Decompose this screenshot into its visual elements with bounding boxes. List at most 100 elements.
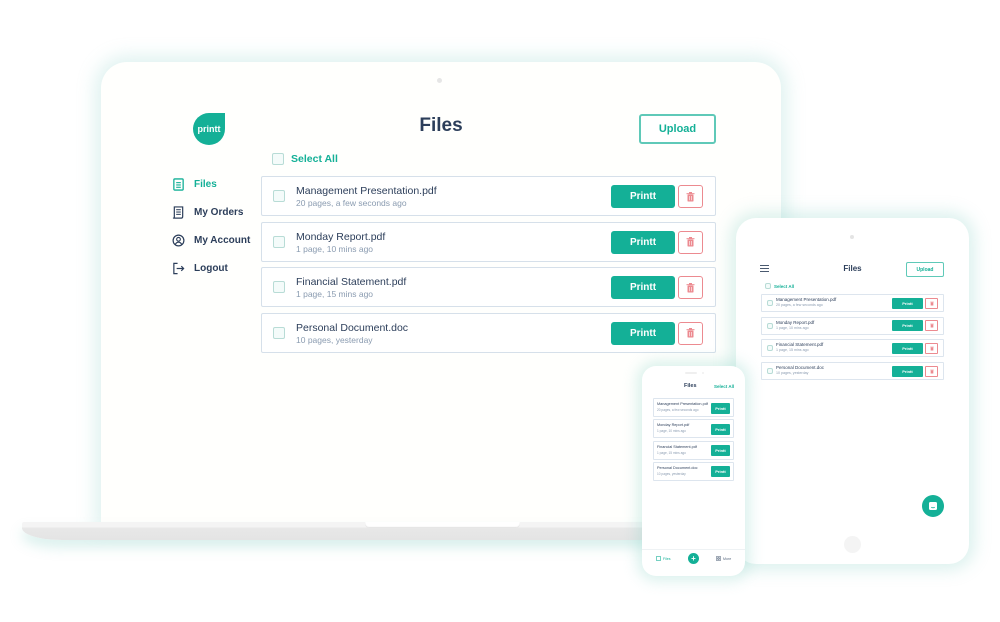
file-name: Financial Statement.pdf bbox=[657, 444, 697, 449]
delete-button[interactable] bbox=[925, 342, 938, 354]
page-title: Files bbox=[419, 115, 463, 136]
file-name: Monday Report.pdf bbox=[296, 230, 386, 243]
file-row: Financial Statement.pdf 1 page, 15 mins … bbox=[761, 339, 944, 358]
laptop-notch bbox=[365, 522, 520, 528]
phone-speaker bbox=[685, 372, 697, 374]
trash-icon bbox=[686, 191, 695, 201]
chat-button[interactable] bbox=[922, 495, 944, 517]
trash-icon bbox=[929, 369, 934, 374]
printt-button[interactable]: Printt bbox=[711, 445, 730, 457]
file-name: Monday Report.pdf bbox=[657, 423, 690, 428]
user-circle-icon bbox=[172, 234, 185, 246]
select-all[interactable]: Select All bbox=[272, 153, 338, 165]
file-meta: 1 page, 15 mins ago bbox=[776, 348, 809, 353]
phone-tab-more[interactable]: More bbox=[716, 556, 731, 561]
file-name: Personal Document.doc bbox=[776, 365, 825, 371]
file-checkbox[interactable] bbox=[767, 322, 773, 329]
grid-icon bbox=[716, 556, 721, 561]
hamburger-menu-icon[interactable] bbox=[760, 265, 769, 274]
sidebar-item-my-orders[interactable]: My Orders bbox=[172, 198, 250, 226]
file-checkbox[interactable] bbox=[767, 368, 773, 375]
printt-button[interactable]: Printt bbox=[711, 423, 730, 435]
file-checkbox[interactable] bbox=[767, 300, 773, 306]
file-row: Monday Report.pdf 1 page, 10 mins ago Pr… bbox=[261, 221, 716, 262]
file-meta: 10 pages, yesterday bbox=[296, 334, 373, 345]
file-checkbox[interactable] bbox=[273, 281, 285, 293]
printt-logo[interactable]: printt bbox=[193, 113, 225, 145]
file-meta: 10 pages, yesterday bbox=[776, 371, 809, 376]
file-checkbox[interactable] bbox=[273, 235, 285, 248]
file-meta: 1 page, 10 mins ago bbox=[776, 325, 809, 330]
sidebar-label: My Account bbox=[194, 234, 251, 246]
file-name: Monday Report.pdf bbox=[776, 319, 815, 325]
sidebar-item-logout[interactable]: Logout bbox=[172, 254, 250, 282]
phone-tab-files[interactable]: Files bbox=[656, 556, 671, 561]
sidebar-item-my-account[interactable]: My Account bbox=[172, 226, 250, 254]
printt-button[interactable]: Printt bbox=[892, 365, 923, 377]
upload-button[interactable]: Upload bbox=[639, 114, 716, 144]
file-name: Financial Statement.pdf bbox=[296, 276, 407, 288]
file-list: Management Presentation.pdf 20 pages, a … bbox=[261, 176, 716, 358]
sidebar-label: Files bbox=[194, 178, 217, 190]
delete-button[interactable] bbox=[678, 276, 703, 299]
file-checkbox[interactable] bbox=[273, 190, 285, 202]
trash-icon bbox=[686, 328, 695, 338]
trash-icon bbox=[929, 346, 934, 351]
tab-label: More bbox=[723, 556, 732, 561]
trash-icon bbox=[686, 282, 695, 292]
printt-button[interactable]: Printt bbox=[711, 466, 730, 478]
chat-icon bbox=[929, 502, 937, 510]
select-all-label: Select All bbox=[291, 153, 338, 165]
printt-button[interactable]: Printt bbox=[711, 402, 730, 414]
delete-button[interactable] bbox=[925, 320, 938, 332]
printt-button[interactable]: Printt bbox=[892, 297, 923, 309]
file-name: Personal Document.doc bbox=[657, 465, 698, 470]
file-checkbox[interactable] bbox=[767, 345, 773, 352]
printt-button[interactable]: Printt bbox=[611, 230, 675, 254]
sidebar-item-files[interactable]: Files bbox=[172, 170, 250, 198]
file-row: Monday Report.pdf 1 page, 10 mins ago Pr… bbox=[653, 419, 734, 439]
tablet-home-button bbox=[844, 536, 861, 553]
file-row: Financial Statement.pdf 1 page, 15 mins … bbox=[261, 267, 716, 307]
file-checkbox[interactable] bbox=[273, 326, 285, 339]
phone-device: Files Select All Management Presentation… bbox=[642, 366, 745, 576]
select-all-checkbox[interactable] bbox=[765, 283, 771, 289]
printt-button[interactable]: Printt bbox=[611, 185, 675, 208]
add-file-button[interactable]: + bbox=[688, 553, 699, 564]
delete-button[interactable] bbox=[925, 297, 938, 309]
delete-button[interactable] bbox=[925, 365, 938, 377]
trash-icon bbox=[686, 237, 695, 247]
tablet-page-title: Files bbox=[843, 264, 862, 273]
tablet-device: Files Upload Select All Management Prese… bbox=[736, 218, 969, 564]
file-meta: 1 page, 15 mins ago bbox=[296, 289, 374, 299]
delete-button[interactable] bbox=[678, 185, 703, 208]
phone-select-all[interactable]: Select All bbox=[714, 384, 734, 389]
file-row: Monday Report.pdf 1 page, 10 mins ago Pr… bbox=[761, 316, 944, 335]
file-name: Management Presentation.pdf bbox=[296, 185, 437, 197]
printt-button[interactable]: Printt bbox=[892, 342, 923, 354]
delete-button[interactable] bbox=[678, 321, 703, 345]
file-name: Management Presentation.pdf bbox=[776, 297, 837, 302]
trash-icon bbox=[929, 323, 934, 328]
tablet-upload-button[interactable]: Upload bbox=[906, 262, 944, 277]
file-meta: 20 pages, a few seconds ago bbox=[776, 303, 823, 307]
file-row: Personal Document.doc 10 pages, yesterda… bbox=[653, 461, 734, 481]
printt-button[interactable]: Printt bbox=[611, 276, 675, 299]
trash-icon bbox=[929, 301, 934, 305]
file-row: Financial Statement.pdf 1 page, 15 mins … bbox=[653, 440, 734, 460]
delete-button[interactable] bbox=[678, 230, 703, 254]
sidebar-label: My Orders bbox=[194, 206, 244, 218]
file-meta: 20 pages, a few seconds ago bbox=[657, 408, 699, 412]
file-meta: 1 page, 15 mins ago bbox=[657, 450, 686, 455]
laptop-camera bbox=[437, 78, 442, 83]
select-all-checkbox[interactable] bbox=[272, 153, 284, 165]
sidebar-label: Logout bbox=[194, 262, 228, 274]
receipt-icon bbox=[172, 205, 184, 219]
printt-button[interactable]: Printt bbox=[892, 320, 923, 332]
file-row: Personal Document.doc 10 pages, yesterda… bbox=[761, 362, 944, 381]
select-all-label: Select All bbox=[774, 283, 795, 289]
printt-button[interactable]: Printt bbox=[611, 321, 675, 345]
document-icon bbox=[656, 556, 661, 561]
tablet-file-list: Management Presentation.pdf 20 pages, a … bbox=[761, 294, 944, 385]
tablet-select-all[interactable]: Select All bbox=[765, 283, 794, 289]
